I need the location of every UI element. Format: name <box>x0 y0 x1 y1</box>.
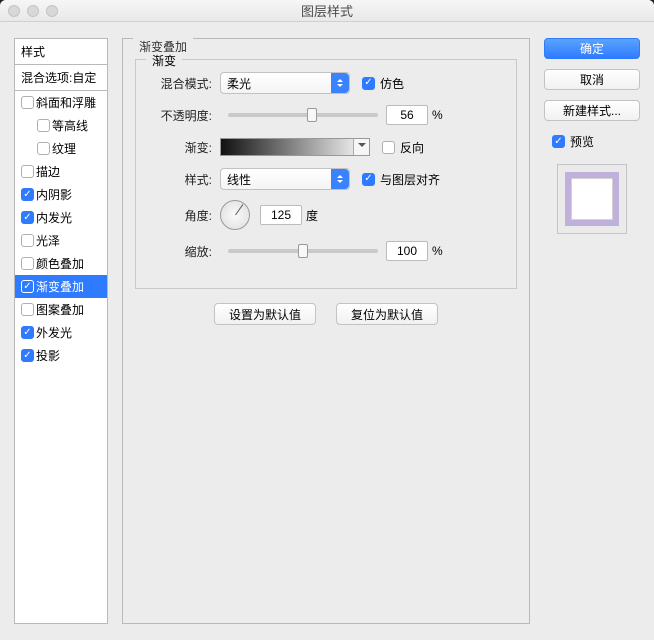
style-checkbox[interactable] <box>21 188 34 201</box>
style-checkbox[interactable] <box>21 303 34 316</box>
layer-style-dialog: 图层样式 样式 混合选项:自定 斜面和浮雕等高线纹理描边内阴影内发光光泽颜色叠加… <box>0 0 654 640</box>
zoom-icon[interactable] <box>46 5 58 17</box>
sidebar-item-label: 等高线 <box>52 117 88 134</box>
opacity-slider[interactable] <box>228 113 378 117</box>
opacity-input[interactable]: 56 <box>386 105 428 125</box>
sidebar-item-label: 光泽 <box>36 232 60 249</box>
styles-sidebar: 样式 混合选项:自定 斜面和浮雕等高线纹理描边内阴影内发光光泽颜色叠加渐变叠加图… <box>14 38 108 624</box>
align-label: 与图层对齐 <box>380 171 440 188</box>
gradient-label: 渐变: <box>148 139 220 156</box>
set-default-button[interactable]: 设置为默认值 <box>214 303 316 325</box>
style-checkbox[interactable] <box>21 349 34 362</box>
sidebar-item-label: 图案叠加 <box>36 301 84 318</box>
sidebar-item[interactable]: 图案叠加 <box>15 298 107 321</box>
gradient-picker[interactable] <box>220 138 370 156</box>
angle-label: 角度: <box>148 207 220 224</box>
align-checkbox[interactable] <box>362 173 375 186</box>
sidebar-item-label: 纹理 <box>52 140 76 157</box>
sidebar-item[interactable]: 纹理 <box>15 137 107 160</box>
style-checkbox[interactable] <box>21 165 34 178</box>
sidebar-item[interactable]: 内阴影 <box>15 183 107 206</box>
style-label: 样式: <box>148 171 220 188</box>
style-checkbox[interactable] <box>21 234 34 247</box>
reverse-checkbox[interactable] <box>382 141 395 154</box>
window-title: 图层样式 <box>301 1 353 20</box>
dither-checkbox[interactable] <box>362 77 375 90</box>
titlebar: 图层样式 <box>0 0 654 22</box>
ok-button[interactable]: 确定 <box>544 38 640 59</box>
traffic-lights <box>8 5 58 17</box>
new-style-button[interactable]: 新建样式... <box>544 100 640 121</box>
cancel-button[interactable]: 取消 <box>544 69 640 90</box>
sidebar-item-label: 颜色叠加 <box>36 255 84 272</box>
style-value: 线性 <box>227 171 251 188</box>
group-label: 渐变 <box>146 52 182 69</box>
sidebar-item[interactable]: 描边 <box>15 160 107 183</box>
scale-input[interactable]: 100 <box>386 241 428 261</box>
minimize-icon[interactable] <box>27 5 39 17</box>
scale-label: 缩放: <box>148 243 220 260</box>
sidebar-item[interactable]: 光泽 <box>15 229 107 252</box>
angle-dial[interactable] <box>220 200 250 230</box>
sidebar-item-label: 描边 <box>36 163 60 180</box>
preview-swatch <box>557 164 627 234</box>
style-checkbox[interactable] <box>21 257 34 270</box>
gradient-group: 渐变 混合模式: 柔光 仿色 不透明度: 56 % <box>135 59 517 289</box>
sidebar-item[interactable]: 颜色叠加 <box>15 252 107 275</box>
sidebar-item-label: 内发光 <box>36 209 72 226</box>
right-buttons: 确定 取消 新建样式... 预览 <box>544 38 640 624</box>
style-checkbox[interactable] <box>37 119 50 132</box>
sidebar-heading[interactable]: 样式 <box>15 39 107 65</box>
preview-inner <box>571 178 613 220</box>
angle-unit: 度 <box>306 207 318 224</box>
sidebar-item-label: 投影 <box>36 347 60 364</box>
preview-checkbox[interactable] <box>552 135 565 148</box>
style-checkbox[interactable] <box>37 142 50 155</box>
percent-unit: % <box>432 244 443 258</box>
sidebar-item-label: 斜面和浮雕 <box>36 94 96 111</box>
sidebar-item[interactable]: 斜面和浮雕 <box>15 91 107 114</box>
sidebar-item[interactable]: 渐变叠加 <box>15 275 107 298</box>
sidebar-item[interactable]: 投影 <box>15 344 107 367</box>
percent-unit: % <box>432 108 443 122</box>
reverse-label: 反向 <box>400 139 424 156</box>
opacity-label: 不透明度: <box>148 107 220 124</box>
angle-input[interactable]: 125 <box>260 205 302 225</box>
reset-default-button[interactable]: 复位为默认值 <box>336 303 438 325</box>
blendmode-label: 混合模式: <box>148 75 220 92</box>
chevron-down-icon <box>353 139 369 155</box>
style-checkbox[interactable] <box>21 326 34 339</box>
sidebar-item-label: 渐变叠加 <box>36 278 84 295</box>
scale-slider[interactable] <box>228 249 378 253</box>
close-icon[interactable] <box>8 5 20 17</box>
chevron-updown-icon <box>331 169 349 189</box>
style-checkbox[interactable] <box>21 280 34 293</box>
blendmode-value: 柔光 <box>227 75 251 92</box>
sidebar-item[interactable]: 内发光 <box>15 206 107 229</box>
sidebar-item[interactable]: 等高线 <box>15 114 107 137</box>
chevron-updown-icon <box>331 73 349 93</box>
preview-label: 预览 <box>570 133 594 150</box>
style-select[interactable]: 线性 <box>220 168 350 190</box>
sidebar-item-label: 内阴影 <box>36 186 72 203</box>
options-panel: 渐变叠加 渐变 混合模式: 柔光 仿色 不透明度: <box>122 38 530 624</box>
sidebar-subheading[interactable]: 混合选项:自定 <box>15 65 107 91</box>
blendmode-select[interactable]: 柔光 <box>220 72 350 94</box>
sidebar-item-label: 外发光 <box>36 324 72 341</box>
style-checkbox[interactable] <box>21 211 34 224</box>
style-checkbox[interactable] <box>21 96 34 109</box>
dither-label: 仿色 <box>380 75 404 92</box>
sidebar-item[interactable]: 外发光 <box>15 321 107 344</box>
